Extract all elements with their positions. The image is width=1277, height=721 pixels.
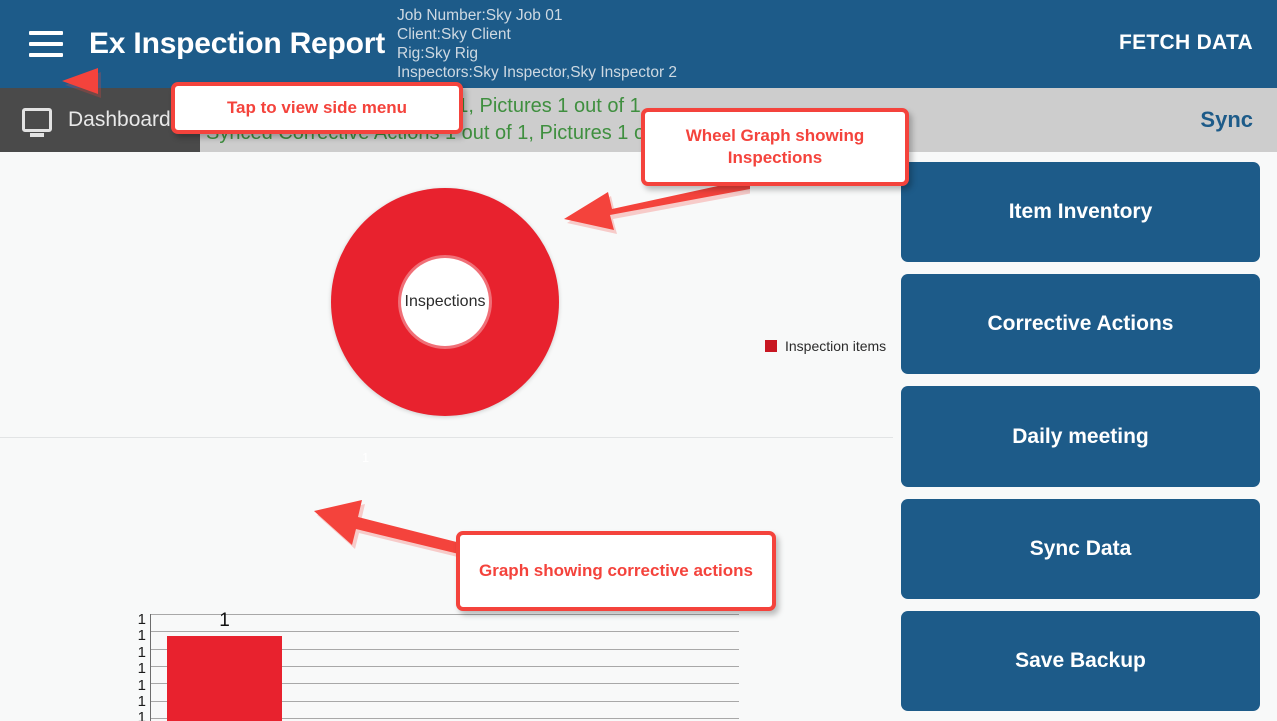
annotation-text: Tap to view side menu <box>226 98 408 117</box>
y-axis-tick: 1 <box>137 627 146 645</box>
y-axis-tick: 1 <box>137 643 146 661</box>
annotation-callout-menu: Tap to view side menu <box>171 82 463 134</box>
rig-name: Rig:Sky Rig <box>397 45 479 62</box>
app-bar: Ex Inspection Report Job Number:Sky Job … <box>0 0 1277 88</box>
donut-legend: Inspection items <box>765 338 886 354</box>
side-button-item-inventory[interactable]: Item Inventory <box>901 162 1260 263</box>
donut-center-label: Inspections <box>404 293 486 310</box>
legend-swatch-icon <box>765 340 777 352</box>
job-metadata: Job Number:Sky Job 01 Client:Sky Client … <box>397 6 677 82</box>
inspectors: Inspectors:Sky Inspector,Sky Inspector 2 <box>397 64 678 81</box>
donut-hole: Inspections <box>401 258 489 346</box>
grid-line <box>151 631 739 632</box>
side-button-sync-data[interactable]: Sync Data <box>901 498 1260 599</box>
annotation-callout-wheel: Wheel Graph showing Inspections <box>641 108 909 186</box>
sync-button[interactable]: Sync <box>1200 107 1253 133</box>
monitor-icon <box>22 108 52 132</box>
annotation-text: Wheel Graph showing Inspections <box>685 126 865 167</box>
action-button-column: Item Inventory Corrective Actions Daily me… <box>893 152 1277 721</box>
bar-data-label: 1 <box>219 610 230 631</box>
dashboard-content: Inspections 1 Inspection items 111111100… <box>0 152 893 721</box>
annotation-callout-bar: Graph showing corrective actions <box>456 531 776 611</box>
bar-chart-y-axis: 1111111000000 <box>130 611 146 721</box>
y-axis-tick: 1 <box>137 709 146 721</box>
side-button-save-backup[interactable]: Save Backup <box>901 610 1260 712</box>
app-root: Ex Inspection Report Job Number:Sky Job … <box>0 0 1277 721</box>
hamburger-line <box>29 31 63 35</box>
tab-dashboard-label: Dashboard <box>68 108 171 131</box>
side-button-daily-meeting[interactable]: Daily meeting <box>901 386 1260 487</box>
donut-slice-inspection-items[interactable]: Inspections <box>331 188 559 416</box>
grid-line <box>151 614 739 615</box>
y-axis-tick: 1 <box>137 693 146 711</box>
client-name: Client:Sky Client <box>397 26 511 43</box>
job-number: Job Number:Sky Job 01 <box>397 7 563 24</box>
side-button-corrective-actions[interactable]: Corrective Actions <box>901 274 1260 375</box>
fetch-data-button[interactable]: FETCH DATA <box>1119 31 1253 55</box>
annotation-text: Graph showing corrective actions <box>479 561 753 580</box>
bar-critical[interactable] <box>167 636 282 721</box>
y-axis-tick: 1 <box>137 611 146 628</box>
hamburger-line <box>29 42 63 46</box>
bar-chart-plot-area: 1Critical0Major0Minor0Observation <box>150 610 739 721</box>
inspections-donut-chart[interactable]: Inspections 1 Inspection items <box>0 152 893 465</box>
y-axis-tick: 1 <box>137 660 146 678</box>
donut-legend-label: Inspection items <box>785 338 887 354</box>
y-axis-tick: 1 <box>137 676 146 694</box>
annotation-arrow-menu <box>62 68 188 98</box>
